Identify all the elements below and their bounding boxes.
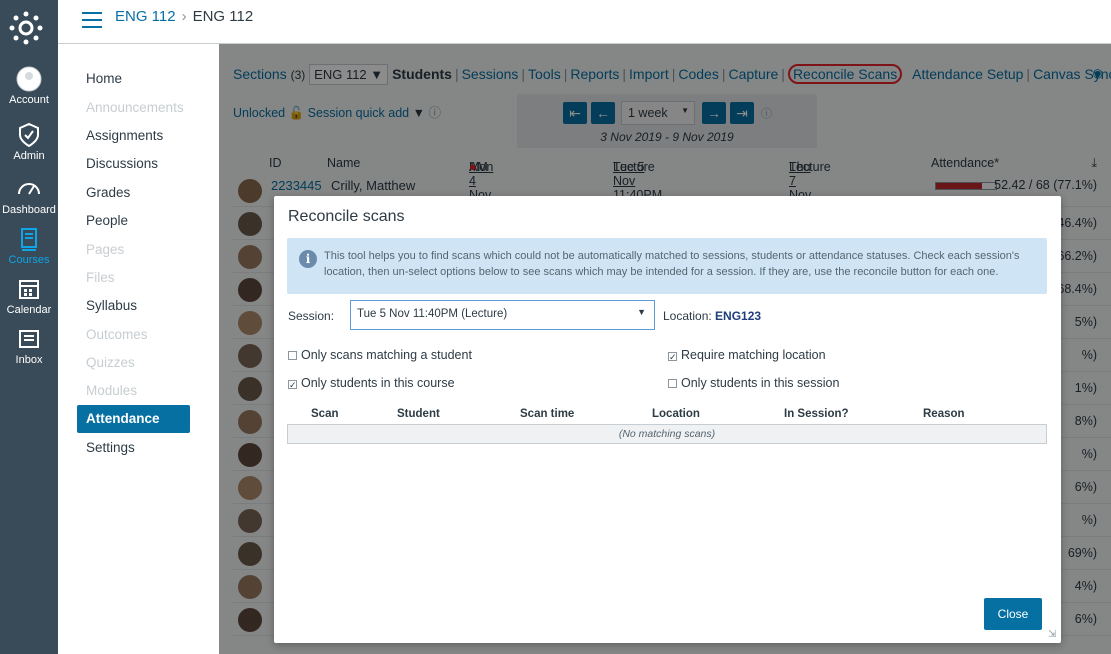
- course-nav-outcomes[interactable]: Outcomes: [86, 327, 148, 342]
- course-nav-discussions[interactable]: Discussions: [86, 156, 158, 171]
- nav-inbox-label: Inbox: [15, 354, 43, 366]
- info-banner: i This tool helps you to find scans whic…: [287, 238, 1047, 294]
- nav-account[interactable]: Account: [0, 66, 58, 106]
- info-icon: i: [299, 250, 317, 268]
- nav-admin-label: Admin: [13, 150, 45, 162]
- nav-courses-label: Courses: [8, 254, 50, 266]
- course-nav: Home Announcements Assignments Discussio…: [58, 44, 219, 654]
- col-scan: Scan: [311, 408, 339, 420]
- session-label: Session:: [288, 309, 335, 323]
- breadcrumb-course-link[interactable]: ENG 112: [115, 8, 176, 25]
- nav-account-label: Account: [9, 94, 49, 106]
- scans-table-header: Scan Student Scan time Location In Sessi…: [287, 406, 1047, 424]
- session-select-value: Tue 5 Nov 11:40PM (Lecture): [357, 308, 508, 320]
- nav-dashboard[interactable]: Dashboard: [0, 176, 58, 216]
- col-in-session: In Session?: [784, 408, 849, 420]
- course-nav-grades[interactable]: Grades: [86, 185, 130, 200]
- course-nav-home[interactable]: Home: [86, 71, 122, 86]
- checkbox-unchecked-icon[interactable]: [288, 351, 297, 360]
- nav-calendar[interactable]: Calendar: [0, 276, 58, 316]
- nav-courses[interactable]: Courses: [0, 226, 58, 266]
- breadcrumb-separator: ›: [181, 8, 187, 25]
- col-student: Student: [397, 408, 440, 420]
- nav-dashboard-label: Dashboard: [2, 204, 56, 216]
- dialog-title: Reconcile scans: [288, 208, 405, 225]
- course-nav-announcements[interactable]: Announcements: [86, 100, 184, 115]
- course-nav-assignments[interactable]: Assignments: [86, 128, 163, 143]
- resize-handle-icon[interactable]: ⇲: [1048, 630, 1058, 640]
- caret-down-icon: ▼: [637, 307, 646, 317]
- global-nav: Account Admin Dashboard Courses Calendar…: [0, 0, 58, 654]
- breadcrumb: ENG 112 › ENG 112: [115, 8, 253, 25]
- nav-inbox[interactable]: Inbox: [0, 326, 58, 366]
- checkbox-checked-icon[interactable]: ✓: [668, 352, 677, 362]
- course-nav-pages[interactable]: Pages: [86, 242, 124, 257]
- location-label: Location:: [663, 309, 712, 323]
- dashboard-gauge-icon: [18, 183, 40, 195]
- col-scan-time: Scan time: [520, 408, 575, 420]
- course-nav-syllabus[interactable]: Syllabus: [86, 298, 137, 313]
- option-only-students-in-session[interactable]: Only students in this session: [668, 376, 839, 390]
- option-require-matching-location[interactable]: ✓ Require matching location: [668, 348, 826, 362]
- top-header: ENG 112 › ENG 112: [58, 0, 1111, 44]
- shield-icon: [19, 122, 39, 148]
- checkbox-checked-icon[interactable]: ✓: [288, 380, 297, 390]
- col-location: Location: [652, 408, 700, 420]
- option-only-students-in-course[interactable]: ✓ Only students in this course: [288, 376, 455, 390]
- location-value: ENG123: [715, 309, 762, 323]
- close-button[interactable]: Close: [984, 598, 1042, 630]
- canvas-logo-icon[interactable]: [8, 10, 44, 46]
- option-only-scans-matching-student[interactable]: Only scans matching a student: [288, 348, 472, 362]
- inbox-icon: [19, 330, 39, 348]
- session-select[interactable]: Tue 5 Nov 11:40PM (Lecture) ▼: [350, 300, 655, 330]
- breadcrumb-current: ENG 112: [192, 8, 254, 25]
- col-reason: Reason: [923, 408, 965, 420]
- calendar-icon: [19, 280, 39, 299]
- course-nav-quizzes[interactable]: Quizzes: [86, 355, 135, 370]
- nav-admin[interactable]: Admin: [0, 122, 58, 162]
- reconcile-scans-dialog: Reconcile scans i This tool helps you to…: [274, 196, 1061, 643]
- account-avatar-icon: [16, 66, 42, 92]
- location-info: Location: ENG123: [663, 309, 761, 323]
- course-nav-modules[interactable]: Modules: [86, 383, 137, 398]
- info-text: This tool helps you to find scans which …: [324, 250, 1020, 278]
- book-icon: [21, 228, 37, 251]
- no-matching-scans-row: (No matching scans): [287, 424, 1047, 444]
- nav-calendar-label: Calendar: [6, 304, 52, 316]
- course-nav-files[interactable]: Files: [86, 270, 115, 285]
- course-nav-attendance[interactable]: Attendance: [77, 405, 190, 433]
- course-nav-people[interactable]: People: [86, 213, 128, 228]
- course-nav-settings[interactable]: Settings: [86, 440, 135, 455]
- hamburger-menu-icon[interactable]: [82, 12, 102, 28]
- checkbox-unchecked-icon[interactable]: [668, 379, 677, 388]
